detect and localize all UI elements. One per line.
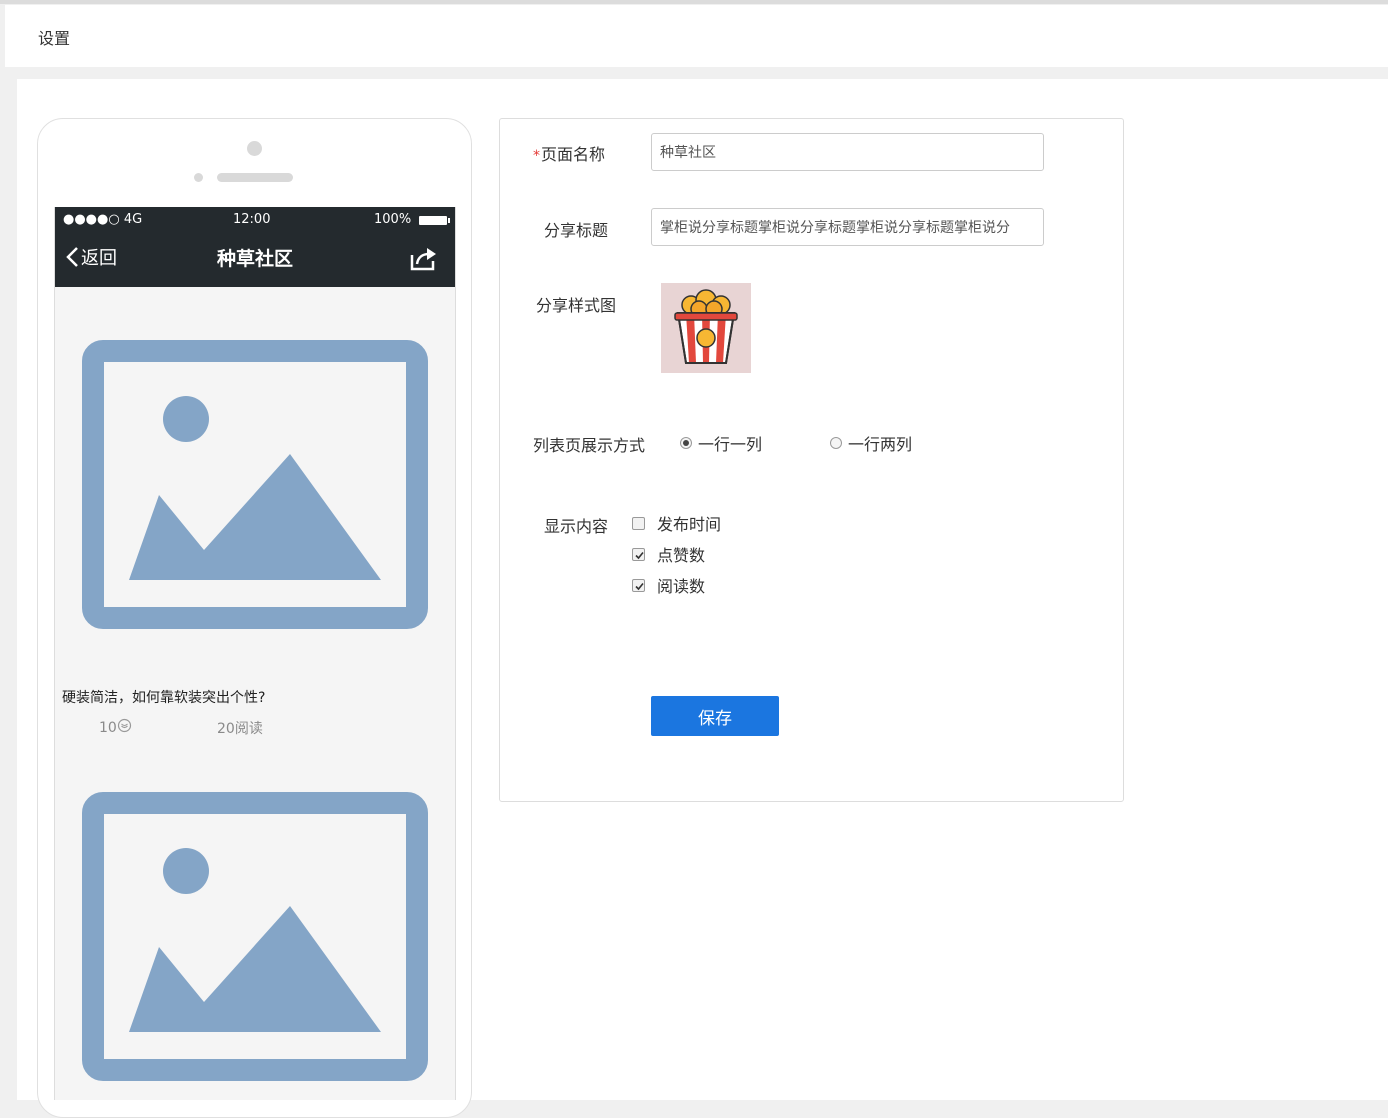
page-header: 设置	[5, 5, 1388, 67]
checkmark-icon	[635, 551, 644, 559]
share-icon[interactable]	[409, 246, 437, 272]
share-title-label: 分享标题	[544, 221, 609, 240]
checkmark-icon	[635, 582, 644, 590]
signal-indicator: ●●●●○ 4G	[63, 212, 143, 227]
popcorn-icon	[674, 289, 738, 364]
list-mode-option-double[interactable]: 一行两列	[830, 431, 912, 455]
page-name-label: *页面名称	[533, 145, 606, 164]
list-mode-option-label: 一行一列	[698, 435, 763, 454]
required-mark: *	[533, 148, 540, 164]
display-content-label: 显示内容	[544, 517, 609, 536]
sensor-dot	[194, 173, 203, 182]
list-mode-option-label: 一行两列	[848, 435, 913, 454]
camera-dot	[247, 141, 262, 156]
list-mode-option-single[interactable]: 一行一列	[680, 431, 762, 455]
phone-header: ●●●●○ 4G 12:00 100% 返回 种草社区	[55, 207, 455, 287]
display-option-publish-time[interactable]: 发布时间	[632, 511, 721, 535]
status-time: 12:00	[233, 212, 271, 227]
share-image-label: 分享样式图	[536, 296, 617, 315]
image-placeholder-icon	[82, 792, 428, 1081]
read-count: 20阅读	[217, 721, 263, 737]
phone-nav-title: 种草社区	[216, 248, 293, 270]
list-mode-label: 列表页展示方式	[533, 436, 646, 455]
page-title: 设置	[38, 29, 71, 48]
battery-icon	[419, 216, 450, 225]
phone-screen: ●●●●○ 4G 12:00 100% 返回 种草社区 硬装简洁，如何靠软装突出…	[54, 207, 456, 1100]
radio-selected[interactable]	[680, 437, 692, 449]
checkbox-checked[interactable]	[632, 547, 645, 561]
share-title-input[interactable]	[651, 208, 1044, 246]
image-placeholder-icon	[82, 340, 428, 629]
display-option-label: 点赞数	[657, 546, 706, 565]
checkbox-checked[interactable]	[632, 578, 645, 592]
radio-unselected[interactable]	[830, 437, 842, 449]
display-option-likes[interactable]: 点赞数	[632, 542, 705, 566]
like-count: 10	[99, 718, 132, 736]
like-count-value: 10	[99, 720, 117, 736]
checkbox-unchecked[interactable]	[632, 516, 645, 530]
speaker-bar	[217, 173, 293, 182]
battery-percent: 100%	[374, 212, 412, 227]
top-border	[0, 0, 1388, 4]
save-button[interactable]: 保存	[651, 696, 779, 736]
display-option-reads[interactable]: 阅读数	[632, 573, 705, 597]
display-option-label: 发布时间	[657, 515, 722, 534]
page-name-input[interactable]	[651, 133, 1044, 171]
display-option-label: 阅读数	[657, 577, 706, 596]
article-title: 硬装简洁，如何靠软装突出个性?	[62, 690, 266, 706]
share-image-thumbnail[interactable]	[661, 283, 751, 373]
like-icon	[117, 718, 131, 733]
